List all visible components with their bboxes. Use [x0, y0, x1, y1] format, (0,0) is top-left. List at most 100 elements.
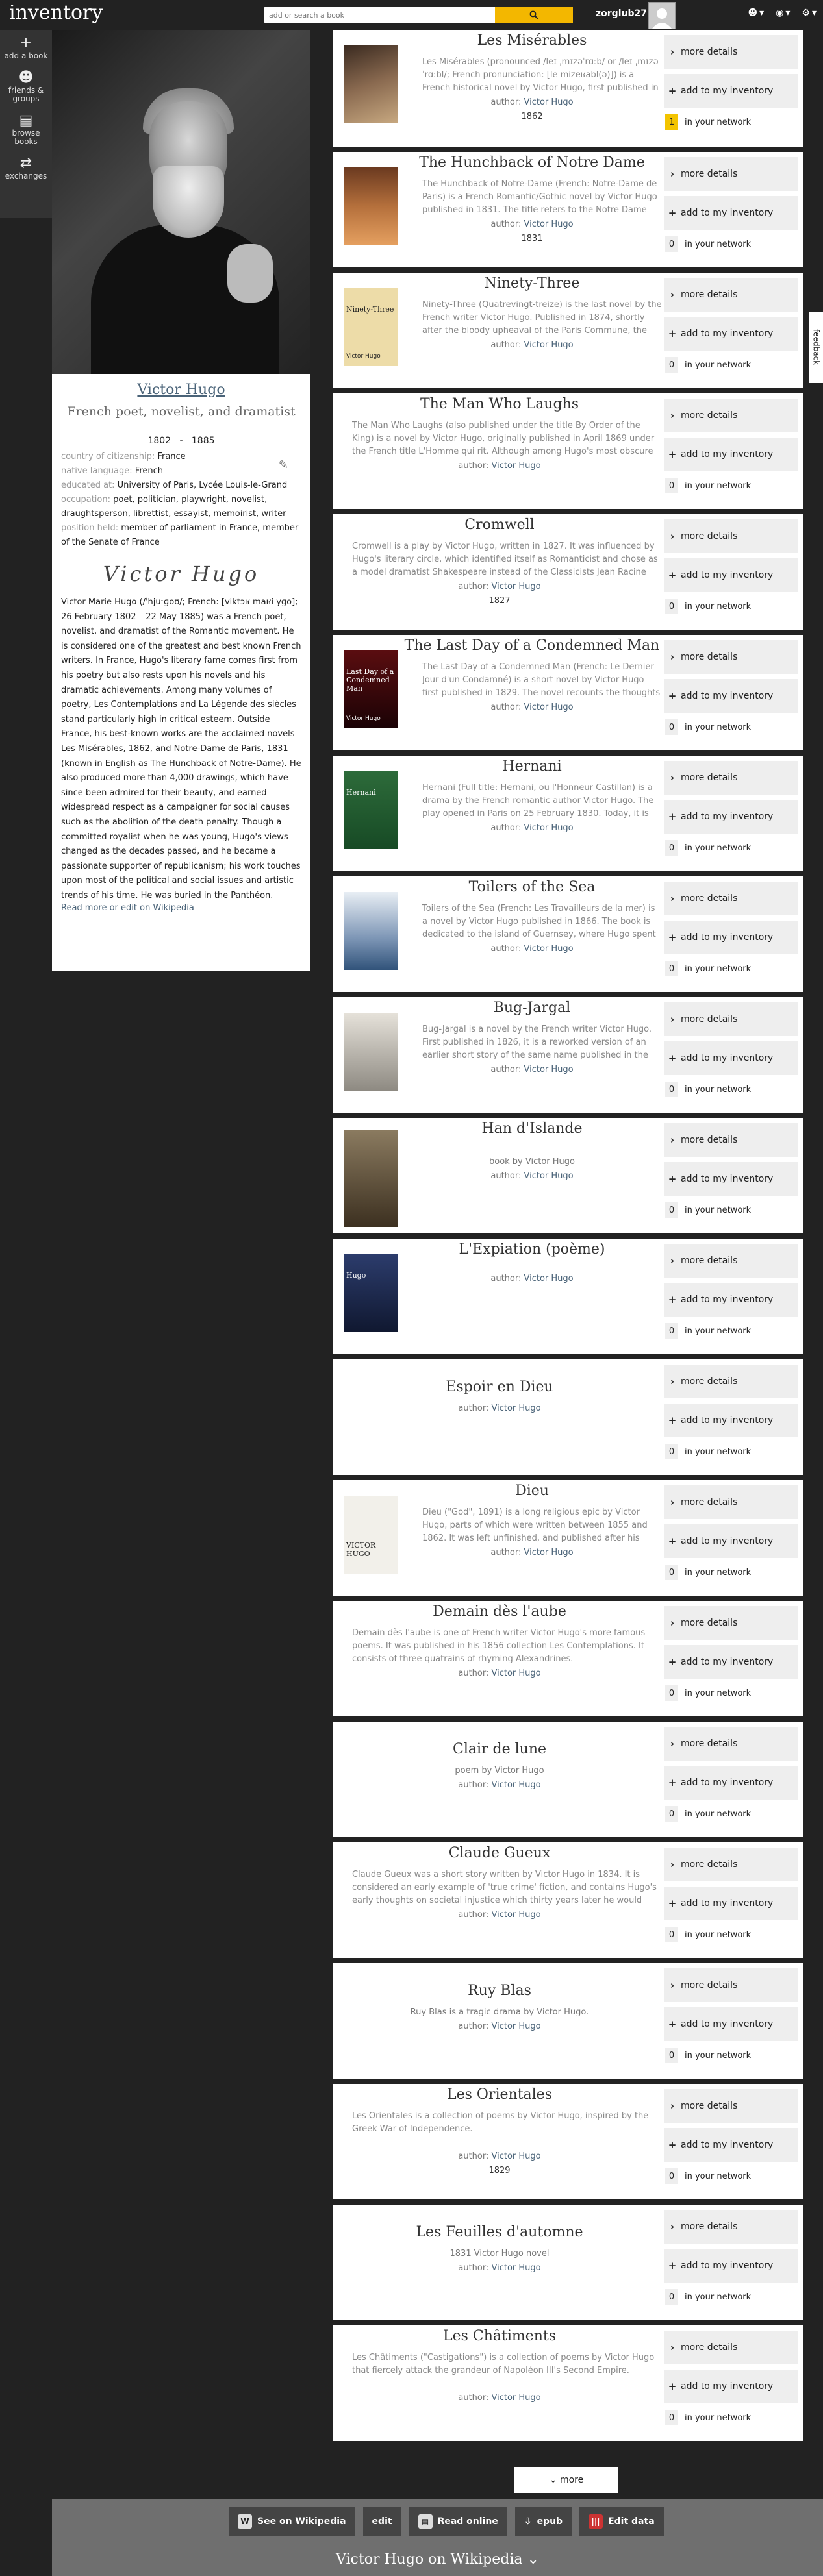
- search-button[interactable]: [495, 7, 573, 23]
- network-count[interactable]: 0 in your network: [664, 718, 798, 736]
- network-count[interactable]: 0 in your network: [664, 1563, 798, 1581]
- work-title[interactable]: Han d'Islande: [398, 1121, 666, 1137]
- work-title[interactable]: Demain dès l'aube: [333, 1604, 666, 1620]
- author-name[interactable]: Victor Hugo: [52, 382, 310, 398]
- pencil-icon[interactable]: ✎: [279, 458, 288, 472]
- author-link[interactable]: Victor Hugo: [524, 702, 574, 712]
- work-title[interactable]: Clair de lune: [333, 1741, 666, 1757]
- add-to-inventory-button[interactable]: + add to my inventory: [664, 1645, 798, 1679]
- network-count[interactable]: 0 in your network: [664, 2409, 798, 2427]
- author-link[interactable]: Victor Hugo: [492, 582, 541, 591]
- network-count[interactable]: 0 in your network: [664, 1201, 798, 1219]
- fact-value[interactable]: France: [157, 452, 185, 462]
- book-cover[interactable]: Ninety-Three Victor Hugo: [344, 288, 398, 366]
- more-details-button[interactable]: › more details: [664, 157, 798, 191]
- add-to-inventory-button[interactable]: + add to my inventory: [664, 1404, 798, 1437]
- work-title[interactable]: The Man Who Laughs: [333, 396, 666, 412]
- book-cover[interactable]: [344, 45, 398, 123]
- author-link[interactable]: Victor Hugo: [492, 1404, 541, 1413]
- work-title[interactable]: Cromwell: [333, 517, 666, 533]
- add-to-inventory-button[interactable]: + add to my inventory: [664, 1887, 798, 1920]
- book-cover[interactable]: [344, 1013, 398, 1091]
- add-to-inventory-button[interactable]: + add to my inventory: [664, 2128, 798, 2162]
- add-to-inventory-button[interactable]: + add to my inventory: [664, 1162, 798, 1196]
- username[interactable]: zorglub27: [596, 8, 647, 19]
- more-details-button[interactable]: › more details: [664, 399, 798, 432]
- more-details-button[interactable]: › more details: [664, 1244, 798, 1278]
- author-link[interactable]: Victor Hugo: [492, 461, 541, 471]
- nav-exchanges[interactable]: ⇄ exchanges: [0, 150, 52, 184]
- network-count[interactable]: 0 in your network: [664, 1443, 798, 1461]
- more-details-button[interactable]: › more details: [664, 1848, 798, 1881]
- book-cover[interactable]: [344, 892, 398, 970]
- author-link[interactable]: Victor Hugo: [492, 1668, 541, 1678]
- more-details-button[interactable]: › more details: [664, 761, 798, 795]
- add-to-inventory-button[interactable]: + add to my inventory: [664, 1041, 798, 1075]
- more-details-button[interactable]: › more details: [664, 1485, 798, 1519]
- more-details-button[interactable]: › more details: [664, 1002, 798, 1036]
- add-to-inventory-button[interactable]: + add to my inventory: [664, 317, 798, 351]
- author-link[interactable]: Victor Hugo: [492, 2022, 541, 2031]
- add-to-inventory-button[interactable]: + add to my inventory: [664, 2007, 798, 2041]
- edit-button[interactable]: edit: [362, 2507, 401, 2536]
- network-count[interactable]: 1 in your network: [664, 113, 798, 131]
- fact-value[interactable]: French: [135, 466, 163, 476]
- more-details-button[interactable]: › more details: [664, 882, 798, 915]
- wikipedia-heading[interactable]: Victor Hugo on Wikipedia ⌄: [52, 2551, 823, 2568]
- network-count[interactable]: 0 in your network: [664, 1080, 798, 1098]
- work-title[interactable]: Ninety-Three: [398, 275, 666, 291]
- work-title[interactable]: Espoir en Dieu: [333, 1379, 666, 1395]
- add-to-inventory-button[interactable]: + add to my inventory: [664, 74, 798, 108]
- author-link[interactable]: Victor Hugo: [492, 1910, 541, 1920]
- add-to-inventory-button[interactable]: + add to my inventory: [664, 2249, 798, 2283]
- add-to-inventory-button[interactable]: + add to my inventory: [664, 196, 798, 230]
- more-details-button[interactable]: › more details: [664, 1968, 798, 2002]
- network-count[interactable]: 0 in your network: [664, 2288, 798, 2306]
- work-title[interactable]: The Last Day of a Condemned Man: [398, 638, 666, 654]
- network-count[interactable]: 0 in your network: [664, 235, 798, 253]
- book-cover[interactable]: [344, 167, 398, 245]
- network-count[interactable]: 0 in your network: [664, 1322, 798, 1340]
- author-link[interactable]: Victor Hugo: [524, 944, 574, 954]
- fact-value[interactable]: University of Paris, Lycée Louis-le-Gran…: [118, 480, 288, 490]
- work-title[interactable]: Bug-Jargal: [398, 1000, 666, 1016]
- network-count[interactable]: 0 in your network: [664, 2046, 798, 2064]
- add-to-inventory-button[interactable]: + add to my inventory: [664, 679, 798, 713]
- add-to-inventory-button[interactable]: + add to my inventory: [664, 800, 798, 834]
- add-to-inventory-button[interactable]: + add to my inventory: [664, 2370, 798, 2403]
- author-link[interactable]: Victor Hugo: [492, 1780, 541, 1790]
- book-cover[interactable]: Last Day of a Condemned Man Victor Hugo: [344, 650, 398, 728]
- network-count[interactable]: 0 in your network: [664, 1684, 798, 1702]
- work-title[interactable]: Dieu: [398, 1483, 666, 1499]
- network-count[interactable]: 0 in your network: [664, 597, 798, 615]
- language-menu[interactable]: ◉ ▾: [776, 8, 790, 18]
- network-count[interactable]: 0 in your network: [664, 839, 798, 857]
- more-details-button[interactable]: › more details: [664, 1727, 798, 1761]
- author-link[interactable]: Victor Hugo: [492, 2151, 541, 2161]
- add-to-inventory-button[interactable]: + add to my inventory: [664, 1283, 798, 1317]
- search-box[interactable]: [264, 7, 495, 23]
- user-avatar[interactable]: [648, 2, 676, 29]
- author-link[interactable]: Victor Hugo: [524, 1548, 574, 1557]
- more-details-button[interactable]: › more details: [664, 35, 798, 69]
- network-count[interactable]: 0 in your network: [664, 2167, 798, 2185]
- book-cover[interactable]: Hugo: [344, 1254, 398, 1332]
- author-link[interactable]: Victor Hugo: [524, 219, 574, 229]
- network-count[interactable]: 0 in your network: [664, 1926, 798, 1944]
- author-link[interactable]: Victor Hugo: [524, 823, 574, 833]
- author-link[interactable]: Victor Hugo: [524, 1065, 574, 1074]
- author-link[interactable]: Victor Hugo: [524, 97, 574, 107]
- network-count[interactable]: 0 in your network: [664, 1805, 798, 1823]
- book-cover[interactable]: VICTOR HUGO: [344, 1496, 398, 1574]
- work-title[interactable]: Les Orientales: [333, 2087, 666, 2103]
- author-link[interactable]: Victor Hugo: [492, 2263, 541, 2273]
- author-link[interactable]: Victor Hugo: [524, 1171, 574, 1181]
- read-online-button[interactable]: ▤ Read online: [409, 2507, 507, 2536]
- search-input[interactable]: [264, 7, 495, 23]
- more-details-button[interactable]: › more details: [664, 1606, 798, 1640]
- network-count[interactable]: 0 in your network: [664, 477, 798, 495]
- more-details-button[interactable]: › more details: [664, 1123, 798, 1157]
- author-link[interactable]: Victor Hugo: [492, 2393, 541, 2403]
- more-details-button[interactable]: › more details: [664, 519, 798, 553]
- work-title[interactable]: The Hunchback of Notre Dame: [398, 155, 666, 171]
